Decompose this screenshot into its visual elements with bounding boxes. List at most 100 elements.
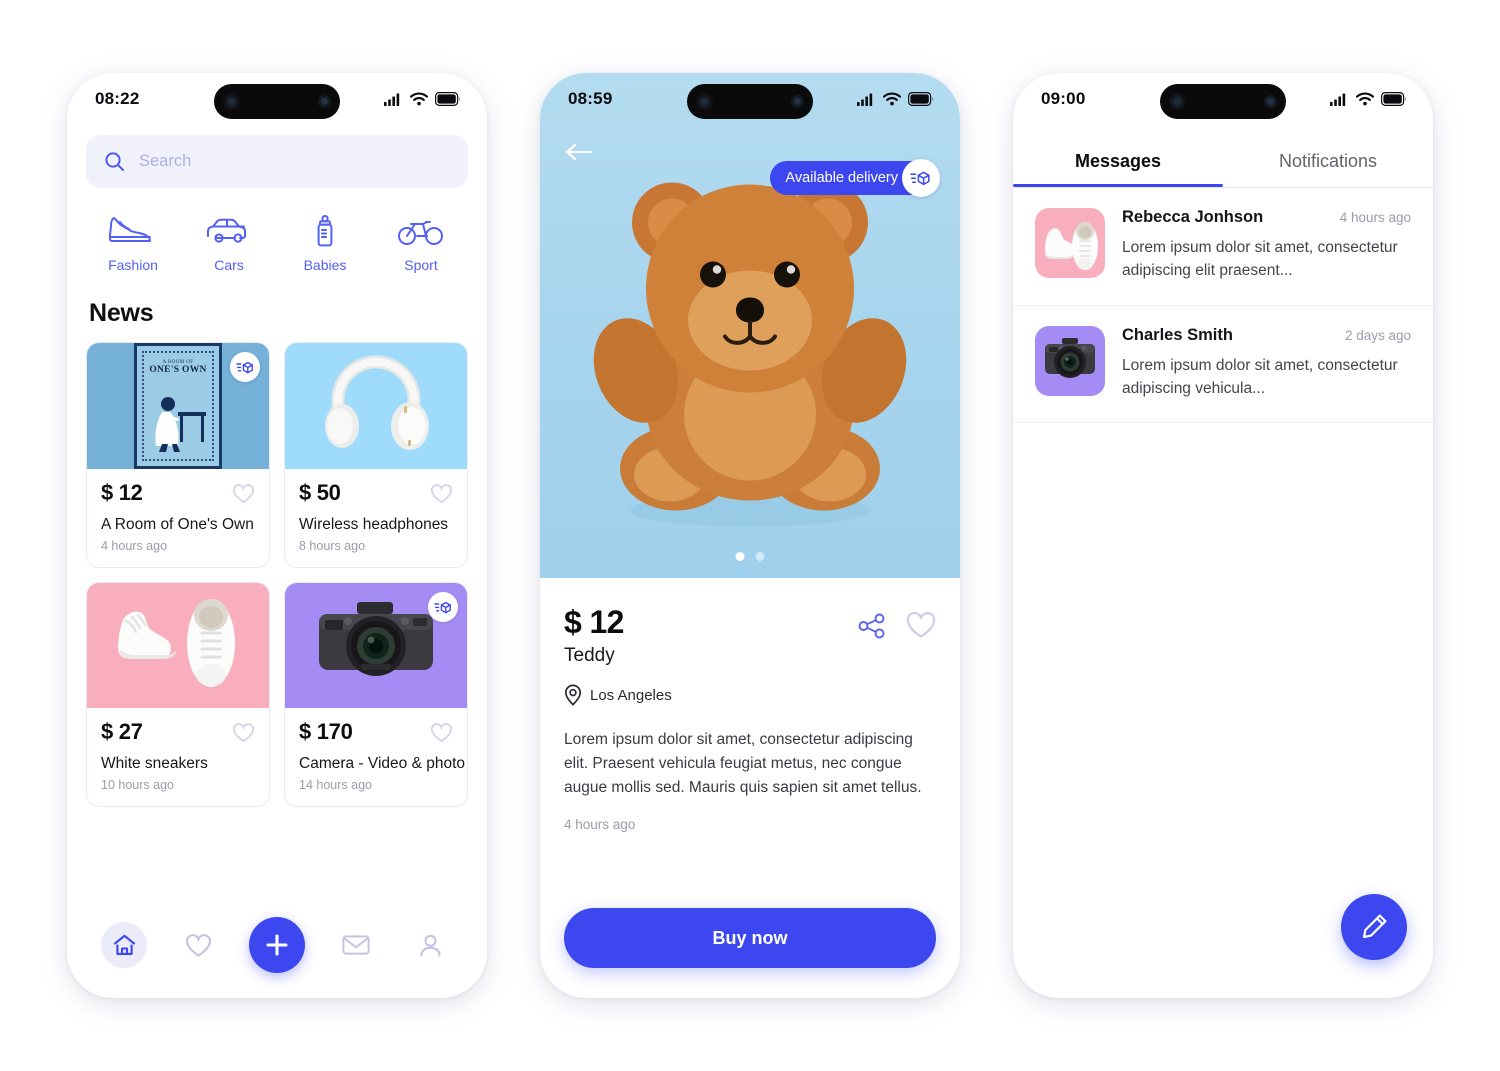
- product-time: 4 hours ago: [101, 539, 168, 553]
- tab-notifications[interactable]: Notifications: [1223, 139, 1433, 187]
- location-pin-icon: [564, 684, 582, 706]
- product-image-sneakers: [87, 583, 269, 708]
- phone-feed: 08:22 Search Fashion Cars Babies Sport N…: [67, 73, 487, 998]
- product-image-headphones: [285, 343, 467, 469]
- search-placeholder: Search: [139, 152, 192, 170]
- page-title: News: [89, 299, 154, 327]
- bicycle-icon: [398, 221, 443, 245]
- delivery-icon-circle: [902, 159, 940, 197]
- compose-message-button[interactable]: [1341, 894, 1407, 960]
- product-image-book: A ROOM OF ONE'S OWN: [87, 343, 269, 469]
- delivery-box-icon: [433, 601, 451, 613]
- book-cover-title: ONE'S OWN: [149, 365, 207, 375]
- carousel-dot-active[interactable]: [735, 552, 745, 561]
- avatar: [1035, 325, 1105, 396]
- teddy-bear-illustration: [580, 138, 920, 533]
- category-fashion[interactable]: Fashion: [85, 214, 181, 273]
- category-sport[interactable]: Sport: [373, 214, 469, 273]
- pencil-icon: [1362, 914, 1387, 939]
- product-grid: A ROOM OF ONE'S OWN $ 12 A Room of One's…: [67, 328, 487, 807]
- product-description: Lorem ipsum dolor sit amet, consectetur …: [564, 731, 922, 797]
- product-time: 4 hours ago: [564, 816, 636, 832]
- sender-name: Charles Smith: [1122, 325, 1233, 344]
- category-babies[interactable]: Babies: [277, 214, 373, 273]
- favorite-heart-icon[interactable]: [232, 722, 255, 743]
- sneakers-thumbnail: [1044, 222, 1098, 270]
- product-location: Los Angeles: [564, 684, 936, 706]
- home-icon: [113, 934, 135, 955]
- category-label: Sport: [404, 257, 438, 273]
- fast-delivery-badge: [230, 352, 260, 382]
- tab-profile[interactable]: [407, 922, 453, 968]
- message-list: Rebecca Jonhson 4 hours ago Lorem ipsum …: [1013, 188, 1433, 998]
- avatar: [1035, 208, 1105, 278]
- product-name: Wireless headphones: [299, 516, 449, 533]
- search-input[interactable]: Search: [86, 135, 468, 188]
- search-icon: [105, 152, 124, 171]
- product-card[interactable]: $ 27 White sneakers 10 hours ago: [86, 582, 270, 807]
- add-listing-button[interactable]: [249, 917, 305, 973]
- front-camera-icon: [223, 93, 240, 110]
- available-delivery-badge[interactable]: Available delivery: [770, 159, 940, 197]
- bottom-tab-bar: [67, 906, 487, 998]
- product-hero-image: 08:59 Available delivery: [540, 73, 960, 578]
- category-row: Fashion Cars Babies Sport: [67, 188, 487, 273]
- tab-favorites[interactable]: [175, 922, 221, 968]
- back-button[interactable]: [562, 135, 596, 169]
- phone-messages: 09:00 Messages Notifications Rebecca Jon…: [1013, 73, 1433, 998]
- favorite-heart-icon[interactable]: [232, 483, 255, 504]
- book-cover-top-line: A ROOM OF: [162, 360, 194, 365]
- sensor-icon: [318, 95, 331, 108]
- status-bar: 08:22: [67, 73, 487, 125]
- sender-name: Rebecca Jonhson: [1122, 208, 1264, 226]
- product-image-camera: [285, 583, 467, 708]
- tab-messages[interactable]: [333, 922, 379, 968]
- product-card[interactable]: $ 50 Wireless headphones 8 hours ago: [284, 342, 468, 568]
- tab-home[interactable]: [101, 922, 147, 968]
- category-label: Cars: [214, 257, 244, 273]
- product-time: 14 hours ago: [299, 778, 372, 792]
- carousel-dot[interactable]: [755, 552, 765, 561]
- plus-icon: [266, 934, 288, 956]
- status-time: 08:22: [95, 89, 140, 108]
- message-preview: Lorem ipsum dolor sit amet, consectetur …: [1122, 356, 1398, 397]
- battery-icon: [908, 92, 934, 106]
- product-name: Camera - Video & photo: [299, 755, 466, 772]
- dynamic-island: [1160, 84, 1286, 119]
- dynamic-island: [214, 84, 340, 119]
- tab-label: Notifications: [1278, 151, 1378, 171]
- segment-tabs: Messages Notifications: [1013, 139, 1433, 187]
- list-item[interactable]: Charles Smith 2 days ago Lorem ipsum dol…: [1013, 306, 1433, 423]
- wifi-icon: [1356, 92, 1374, 106]
- book-cover-art: A ROOM OF ONE'S OWN: [134, 343, 222, 469]
- front-camera-icon: [696, 93, 713, 110]
- category-label: Babies: [303, 257, 347, 273]
- list-item[interactable]: Rebecca Jonhson 4 hours ago Lorem ipsum …: [1013, 188, 1433, 306]
- product-card[interactable]: $ 170 Camera - Video & photo 14 hours ag…: [284, 582, 468, 807]
- camera-thumbnail: [1045, 337, 1095, 378]
- message-preview: Lorem ipsum dolor sit amet, consectetur …: [1122, 239, 1398, 280]
- arrow-left-icon: [565, 143, 593, 161]
- tab-active-underline: [1013, 183, 1223, 187]
- product-name: Teddy: [564, 645, 615, 666]
- signal-icon: [857, 93, 873, 106]
- category-cars[interactable]: Cars: [181, 214, 277, 273]
- product-name: White sneakers: [101, 755, 208, 772]
- share-icon[interactable]: [858, 613, 886, 639]
- carousel-dots[interactable]: [735, 552, 765, 561]
- tab-label: Messages: [1074, 151, 1162, 171]
- status-time: 09:00: [1041, 89, 1086, 108]
- favorite-heart-icon[interactable]: [430, 722, 453, 743]
- buy-now-button[interactable]: Buy now: [564, 908, 936, 968]
- status-time: 08:59: [568, 89, 613, 108]
- mail-icon: [342, 935, 370, 955]
- product-card[interactable]: A ROOM OF ONE'S OWN $ 12 A Room of One's…: [86, 342, 270, 568]
- book-illustration: [155, 397, 206, 452]
- person-icon: [419, 934, 441, 956]
- tab-messages[interactable]: Messages: [1013, 139, 1223, 187]
- favorite-heart-icon[interactable]: [906, 612, 936, 639]
- wifi-icon: [883, 92, 901, 106]
- favorite-heart-icon[interactable]: [430, 483, 453, 504]
- headphones-illustration: [325, 355, 429, 450]
- sensor-icon: [1264, 95, 1277, 108]
